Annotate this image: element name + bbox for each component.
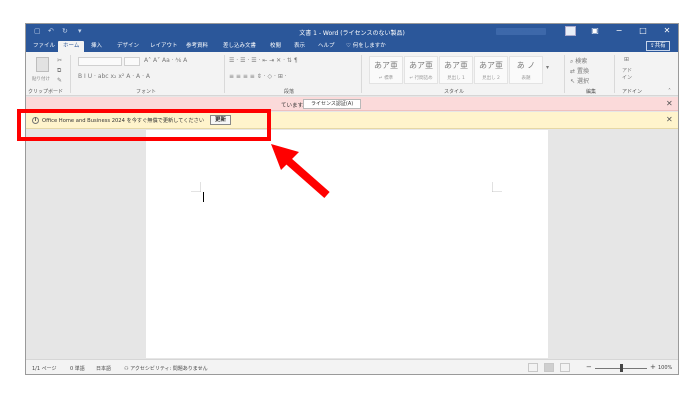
ribbon-divider	[361, 55, 362, 93]
style-label: ↵ 行間詰め	[409, 76, 433, 81]
zoom-level[interactable]: 100%	[658, 365, 672, 371]
collapse-ribbon-icon[interactable]: ˄	[668, 88, 671, 95]
zoom-slider-thumb[interactable]	[620, 364, 623, 372]
ribbon-divider	[224, 55, 225, 93]
close-button[interactable]: ✕	[660, 25, 674, 37]
replace-label: 置換	[576, 68, 589, 75]
style-no-spacing[interactable]: あア亜 ↵ 行間詰め	[404, 56, 438, 84]
select-icon: ↖	[570, 78, 577, 85]
minimize-button[interactable]: −	[612, 25, 626, 37]
style-preview: あア亜	[409, 61, 433, 70]
clipboard-icon	[36, 57, 49, 72]
style-preview: あア亜	[444, 61, 468, 70]
ribbon-home: 貼り付け ✂ ⧉ ✎ クリップボード A˄ A˅ Aa · ⅍ A B I U …	[26, 52, 678, 96]
tab-review[interactable]: 校閲	[265, 41, 286, 52]
accessibility-label: アクセシビリティ: 問題ありません	[130, 366, 208, 372]
paste-label: 貼り付け	[32, 77, 50, 82]
share-label: 共有	[654, 43, 666, 49]
status-bar: 1/1 ページ 0 単語 日本語 ⚇ アクセシビリティ: 問題ありません − +…	[26, 359, 678, 374]
tab-layout[interactable]: レイアウト	[145, 41, 183, 52]
document-page[interactable]	[146, 130, 548, 358]
replace-button[interactable]: ⇄ 置換	[570, 66, 589, 75]
addins-button-label[interactable]: アド イン	[622, 67, 632, 81]
styles-more-icon[interactable]: ▾	[546, 64, 549, 71]
read-mode-button[interactable]	[528, 363, 538, 372]
tell-me-label: 何をしますか	[352, 43, 386, 49]
margin-crop-mark	[191, 182, 201, 192]
tab-insert[interactable]: 挿入	[86, 41, 107, 52]
replace-icon: ⇄	[570, 68, 577, 75]
style-label: ↵ 標準	[378, 76, 394, 81]
group-editing-label: 編集	[586, 89, 597, 95]
group-addins-label: アドイン	[622, 89, 643, 95]
page-count[interactable]: 1/1 ページ	[32, 365, 57, 372]
font-size-select[interactable]	[124, 57, 140, 66]
font-name-select[interactable]	[78, 57, 122, 66]
copy-icon[interactable]: ⧉	[57, 67, 61, 75]
tab-design[interactable]: デザイン	[112, 41, 144, 52]
group-clipboard-label: クリップボード	[28, 89, 64, 95]
paragraph-row-bottom[interactable]: ≡ ≡ ≡ ≡ ⇕ · ◇ · ⊞ ·	[229, 73, 287, 80]
share-button[interactable]: ⇪共有	[646, 41, 670, 51]
tab-home[interactable]: ホーム	[58, 41, 85, 52]
window-title: 文書 1 - Word (ライセンスのない製品)	[299, 30, 405, 37]
style-label: 見出し 1	[447, 76, 465, 81]
close-icon[interactable]: ✕	[666, 115, 673, 124]
group-paragraph-label: 段落	[284, 89, 295, 95]
style-heading-2[interactable]: あア亜 見出し 2	[474, 56, 508, 84]
format-painter-icon[interactable]: ✎	[57, 77, 62, 84]
zoom-out-button[interactable]: −	[586, 363, 592, 371]
addins-icon[interactable]: ⊞	[624, 56, 629, 63]
select-label: 選択	[576, 78, 589, 85]
title-bar: ▢ ↶ ↻ ▾ 文書 1 - Word (ライセンスのない製品) xxxxxxx…	[26, 24, 678, 39]
font-format-row-top[interactable]: A˄ A˅ Aa · ⅍ A	[144, 57, 187, 64]
tell-me-search[interactable]: ♡ 何をしますか	[341, 41, 391, 52]
accessibility-status[interactable]: ⚇ アクセシビリティ: 問題ありません	[124, 365, 208, 372]
web-layout-button[interactable]	[560, 363, 570, 372]
avatar[interactable]	[565, 26, 576, 36]
lightbulb-icon: ♡	[346, 43, 353, 49]
find-button[interactable]: ⌕ 検索	[570, 56, 587, 66]
margin-crop-mark	[492, 182, 502, 192]
group-font-label: フォント	[136, 89, 157, 95]
style-heading-1[interactable]: あア亜 見出し 1	[439, 56, 473, 84]
tab-mailings[interactable]: 差し込み文書	[218, 41, 261, 52]
zoom-in-button[interactable]: +	[650, 363, 656, 371]
ribbon-tabs: ファイル ホーム 挿入 デザイン レイアウト 参考資料 差し込み文書 校閲 表示…	[26, 39, 678, 52]
font-format-row-bottom[interactable]: B I U · abc x₂ x² A · A · A	[78, 73, 150, 80]
select-button[interactable]: ↖ 選択	[570, 76, 589, 85]
style-preview: あア亜	[374, 61, 398, 70]
ribbon-divider	[70, 55, 71, 93]
style-normal[interactable]: あア亜 ↵ 標準	[369, 56, 403, 84]
close-icon[interactable]: ✕	[666, 99, 673, 108]
style-label: 表題	[521, 76, 531, 81]
language-indicator[interactable]: 日本語	[96, 365, 111, 372]
word-count[interactable]: 0 単語	[70, 365, 85, 372]
annotation-highlight-box	[17, 109, 271, 141]
ribbon-display-options-icon[interactable]: ▣	[588, 25, 602, 37]
tab-references[interactable]: 参考資料	[181, 41, 213, 52]
style-title[interactable]: あ ノ 表題	[509, 56, 543, 84]
style-label: 見出し 2	[482, 76, 500, 81]
cut-icon[interactable]: ✂	[57, 57, 62, 64]
ribbon-divider	[614, 55, 615, 93]
tab-help[interactable]: ヘルプ	[313, 41, 340, 52]
style-preview: あ ノ	[516, 61, 536, 70]
tab-view[interactable]: 表示	[289, 41, 310, 52]
paste-button[interactable]: 貼り付け	[32, 55, 54, 85]
text-cursor	[203, 192, 204, 202]
ribbon-divider	[564, 55, 565, 93]
activate-license-button[interactable]: ライセンス認証(A)	[303, 99, 362, 109]
print-layout-button[interactable]	[544, 363, 554, 372]
user-name[interactable]: xxxxxxxx xxxx	[496, 28, 546, 35]
find-label: 検索	[575, 58, 588, 65]
style-preview: あア亜	[479, 61, 503, 70]
paragraph-row-top[interactable]: ☰ · ☰ · ☰ · ⇤ ⇥ ✕ · ⇅ ¶	[229, 57, 298, 64]
word-window: ▢ ↶ ↻ ▾ 文書 1 - Word (ライセンスのない製品) xxxxxxx…	[25, 23, 679, 375]
restore-button[interactable]: □	[636, 25, 650, 37]
tab-file[interactable]: ファイル	[28, 41, 60, 52]
annotation-arrow	[271, 144, 330, 199]
group-styles-label: スタイル	[444, 89, 465, 95]
